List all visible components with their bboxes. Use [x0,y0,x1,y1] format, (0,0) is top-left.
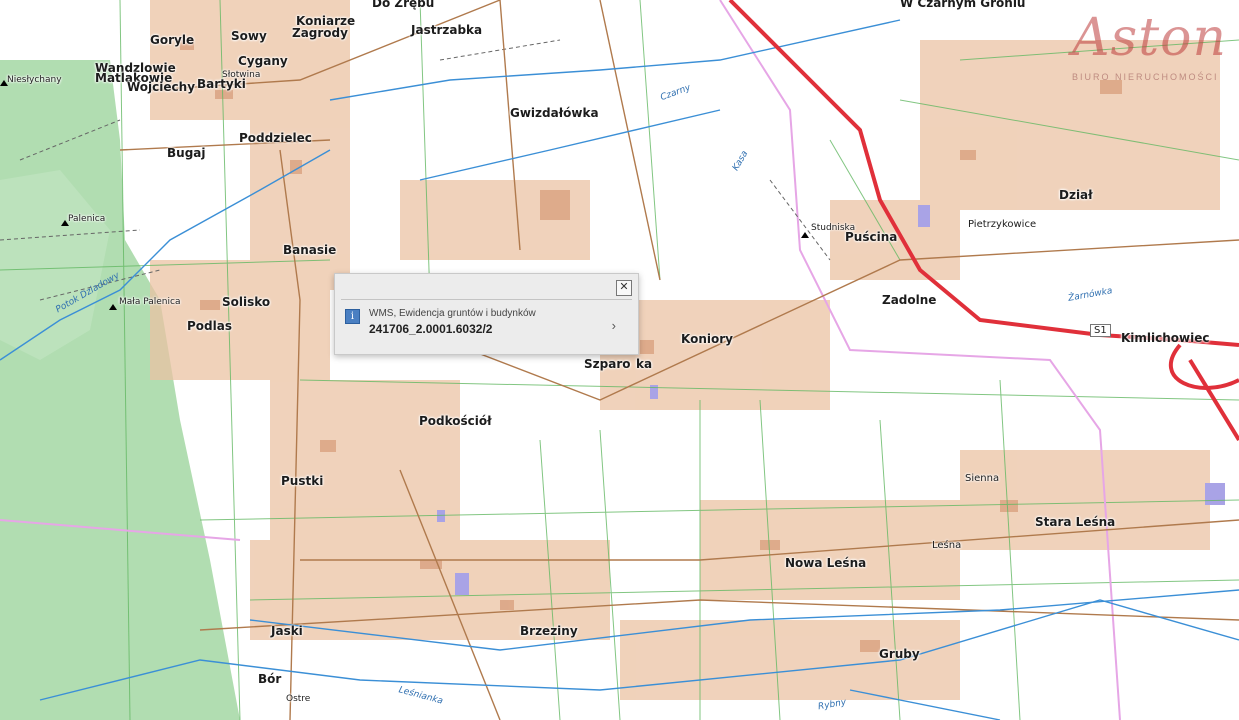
place-label-niestychany: Niesłychany [7,75,62,85]
place-label-pietrzykowice: Pietrzykowice [968,219,1037,230]
logo-tagline: BIURO NIERUCHOMOŚCI [1072,72,1219,82]
place-label-lesna: Leśna [932,540,962,551]
place-label-bartyki: Bartyki [197,77,246,91]
place-label-koniory: Koniory [681,332,733,346]
place-label-kimlichowiec: Kimlichowiec [1121,331,1210,345]
popup-divider [341,299,632,300]
place-label-bor: Bór [258,672,282,686]
place-label-nowa-lesna: Nowa Leśna [785,556,867,570]
place-label-ostre: Ostre [286,694,311,704]
place-label-banasie: Banasie [283,243,337,257]
place-label-palenica: Palenica [68,214,106,224]
place-label-stara-lesna: Stara Leśna [1035,515,1116,529]
place-label-dzial: Dział [1059,188,1093,202]
feature-info-popup: ✕ i WMS, Ewidencja gruntów i budynków 24… [334,273,639,355]
place-label-brzeziny: Brzeziny [520,624,578,638]
place-label-jastrzabka: Jastrzabka [411,23,483,37]
map-canvas[interactable]: Do Zrębu Koniarze Zagrody Jastrzabka W C… [0,0,1239,720]
popup-parcel-id[interactable]: 241706_2.0001.6032/2 [369,322,492,336]
logo-brand: Aston [1072,8,1227,68]
place-label-cygany: Cygany [238,54,288,68]
place-label-podkosciol: Podkościół [419,414,492,428]
popup-layer-label: WMS, Ewidencja gruntów i budynków [369,308,536,319]
place-label-goryle: Goryle [150,33,195,47]
place-label-do-zrebu: Do Zrębu [372,0,435,10]
chevron-right-icon[interactable]: › [612,318,616,333]
place-label-sienna: Sienna [965,473,1000,484]
place-label-mala-palenica: Mała Palenica [119,297,181,307]
place-label-w-czarnym-groniu: W Czarnym Groniu [900,0,1026,10]
place-label-wojciechy: Wojciechy [127,80,196,94]
close-icon[interactable]: ✕ [616,280,632,296]
road-label-s1: S1 [1090,324,1111,337]
place-label-poddzielec: Poddzielec [239,131,312,145]
place-label-gwizdalowka: Gwizdałówka [510,106,599,120]
info-icon: i [345,309,360,324]
place-label-sowy: Sowy [231,29,267,43]
place-label-solisko: Solisko [222,295,271,309]
place-label-szparowka-end: ka [636,357,653,371]
place-label-jaski: Jaski [271,624,303,638]
aston-logo: Aston BIURO NIERUCHOMOŚCI [1070,8,1235,88]
place-label-bugaj: Bugaj [167,146,206,160]
place-label-szparowka: Szparo [584,357,631,371]
place-label-zagrody: Zagrody [292,26,348,40]
place-label-gruby: Gruby [879,647,920,661]
place-label-pustki: Pustki [281,474,324,488]
place-label-podlas: Podlas [187,319,232,333]
place-label-puscina: Puścina [845,230,898,244]
place-label-zadolne: Zadolne [882,293,937,307]
